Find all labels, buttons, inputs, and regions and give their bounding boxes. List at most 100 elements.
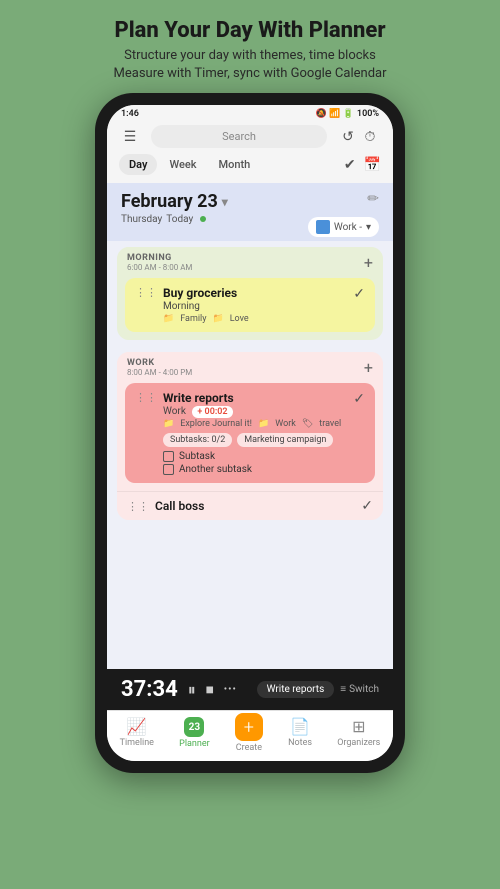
morning-task-sub: Morning: [163, 301, 249, 312]
morning-time: 6:00 AM - 8:00 AM: [127, 263, 192, 272]
nav-create[interactable]: + Create: [235, 717, 263, 753]
timer-left: 37:34 ⏸ ⏹ •••: [121, 677, 237, 702]
chevron-down-icon[interactable]: ▾: [222, 195, 228, 209]
status-icons: 🔕 📶 🔋: [316, 109, 354, 119]
tag-folder-icon: 📁: [163, 314, 174, 324]
calendar-icon[interactable]: 📅: [364, 157, 381, 173]
timer-display: 37:34: [121, 677, 178, 702]
morning-section-header: MORNING 6:00 AM - 8:00 AM +: [117, 247, 383, 274]
morning-task-tags: 📁 Family 📁 Love: [163, 314, 249, 324]
tag-work-icon: 📁: [258, 419, 269, 429]
date-title: February 23 ▾: [121, 191, 228, 212]
work-tag-arrow-icon: ▾: [366, 222, 371, 233]
work-section-header: WORK 8:00 AM - 4:00 PM +: [117, 352, 383, 379]
tab-right-icons: ✔ 📅: [344, 157, 381, 173]
morning-task-top: ⋮⋮ Buy groceries Morning 📁 Family 📁 Love: [135, 286, 365, 324]
morning-task-card[interactable]: ⋮⋮ Buy groceries Morning 📁 Family 📁 Love: [125, 278, 375, 332]
marketing-badge: Marketing campaign: [237, 433, 333, 447]
nav-notes-label: Notes: [288, 738, 312, 748]
timer-label[interactable]: Write reports: [257, 681, 335, 698]
nav-create-label: Create: [236, 743, 262, 753]
subtask-item-1[interactable]: Another subtask: [163, 464, 341, 475]
status-battery: 100%: [357, 109, 379, 119]
work-task-top: ⋮⋮ Write reports Work + 00:02 📁 Explore …: [135, 391, 365, 475]
nav-planner-label: Planner: [179, 739, 210, 749]
morning-tag-love: Love: [230, 314, 249, 324]
morning-section: MORNING 6:00 AM - 8:00 AM + ⋮⋮ Buy groce…: [117, 247, 383, 340]
more-icon[interactable]: •••: [224, 684, 237, 695]
subtask-item-0[interactable]: Subtask: [163, 451, 341, 462]
tab-month[interactable]: Month: [209, 154, 261, 175]
switch-label: Switch: [349, 684, 379, 695]
switch-button[interactable]: ≡ Switch: [340, 684, 379, 695]
call-boss-drag-icon: ⋮⋮: [127, 500, 149, 513]
page-title: Plan Your Day With Planner: [114, 18, 387, 43]
refresh-icon[interactable]: ↺: [337, 126, 359, 148]
status-bar: 1:46 🔕 📶 🔋 100%: [107, 105, 393, 121]
work-task-tags: 📁 Explore Journal it! 📁 Work 🏷 travel: [163, 419, 341, 429]
date-right: ✏ Work - ▾: [308, 191, 379, 237]
subtask-count-badge: Subtasks: 0/2: [163, 433, 232, 447]
timer-bar: 37:34 ⏸ ⏹ ••• Write reports ≡ Switch: [107, 669, 393, 710]
work-task-name: Write reports: [163, 391, 341, 405]
work-check-icon[interactable]: ✓: [353, 391, 365, 407]
tab-week[interactable]: Week: [159, 154, 206, 175]
nav-organizers[interactable]: ⊞ Organizers: [337, 717, 380, 753]
search-bar[interactable]: Search: [151, 125, 327, 148]
tag-travel-icon: 🏷: [302, 419, 313, 429]
drag-icon: ⋮⋮: [135, 286, 157, 299]
work-drag-icon: ⋮⋮: [135, 391, 157, 404]
day-name: Thursday: [121, 214, 162, 225]
page-header: Plan Your Day With Planner Structure you…: [94, 0, 407, 93]
nav-notes[interactable]: 📄 Notes: [288, 717, 312, 753]
timer-icon[interactable]: ⏱: [359, 126, 381, 148]
work-task-card-0[interactable]: ⋮⋮ Write reports Work + 00:02 📁 Explore …: [125, 383, 375, 483]
status-time: 1:46: [121, 109, 139, 119]
work-add-icon[interactable]: +: [364, 358, 373, 377]
pause-icon[interactable]: ⏸: [188, 680, 196, 700]
work-task-sub: Work + 00:02: [163, 406, 341, 417]
work-title: WORK: [127, 358, 192, 368]
nav-timeline[interactable]: 📈 Timeline: [120, 717, 154, 753]
top-nav: ☰ Search ↺ ⏱: [107, 121, 393, 154]
morning-task-name: Buy groceries: [163, 286, 249, 300]
bottom-nav: 📈 Timeline 23 Planner + Create 📄 Notes ⊞…: [107, 710, 393, 761]
subtask-list: Subtask Another subtask: [163, 451, 341, 475]
page-subtitle: Structure your day with themes, time blo…: [114, 47, 387, 83]
phone-frame: 1:46 🔕 📶 🔋 100% ☰ Search ↺ ⏱ Day: [95, 93, 405, 773]
planner-icon: 23: [184, 717, 204, 737]
call-boss-check-icon[interactable]: ✓: [361, 498, 373, 514]
subtask-checkbox-1[interactable]: [163, 464, 174, 475]
morning-check-icon[interactable]: ✓: [353, 286, 365, 302]
edit-icon[interactable]: ✏: [367, 191, 379, 207]
call-boss-inner: ⋮⋮ Call boss: [127, 499, 204, 513]
morning-tag-family: Family: [180, 314, 206, 324]
work-title-group: WORK 8:00 AM - 4:00 PM: [127, 358, 192, 377]
search-placeholder: Search: [222, 130, 256, 143]
tag-folder2-icon: 📁: [212, 314, 223, 324]
work-section: WORK 8:00 AM - 4:00 PM + ⋮⋮ Write report…: [117, 352, 383, 520]
subtask-label-0: Subtask: [179, 451, 215, 462]
today-label: Today: [166, 214, 193, 225]
morning-title-group: MORNING 6:00 AM - 8:00 AM: [127, 253, 192, 272]
nav-timeline-label: Timeline: [120, 738, 154, 748]
subtask-checkbox-0[interactable]: [163, 451, 174, 462]
nav-planner[interactable]: 23 Planner: [179, 717, 210, 753]
work-time: 8:00 AM - 4:00 PM: [127, 368, 192, 377]
checklist-icon[interactable]: ✔: [344, 157, 356, 173]
work-tag[interactable]: Work - ▾: [308, 217, 379, 237]
tab-day[interactable]: Day: [119, 154, 157, 175]
tag-explore-icon: 📁: [163, 419, 174, 429]
menu-icon[interactable]: ☰: [119, 126, 141, 148]
main-content: February 23 ▾ Thursday Today ✏ Work - ▾: [107, 183, 393, 669]
phone-screen: 1:46 🔕 📶 🔋 100% ☰ Search ↺ ⏱ Day: [107, 105, 393, 761]
stop-icon[interactable]: ⏹: [206, 680, 214, 700]
timer-right: Write reports ≡ Switch: [257, 681, 379, 698]
subtask-badges: Subtasks: 0/2 Marketing campaign: [163, 433, 341, 447]
call-boss-task[interactable]: ⋮⋮ Call boss ✓: [117, 491, 383, 520]
notes-icon: 📄: [290, 717, 310, 736]
morning-add-icon[interactable]: +: [364, 253, 373, 272]
status-right: 🔕 📶 🔋 100%: [316, 109, 379, 119]
timer-badge: + 00:02: [192, 406, 232, 418]
tab-group: Day Week Month: [119, 154, 260, 175]
